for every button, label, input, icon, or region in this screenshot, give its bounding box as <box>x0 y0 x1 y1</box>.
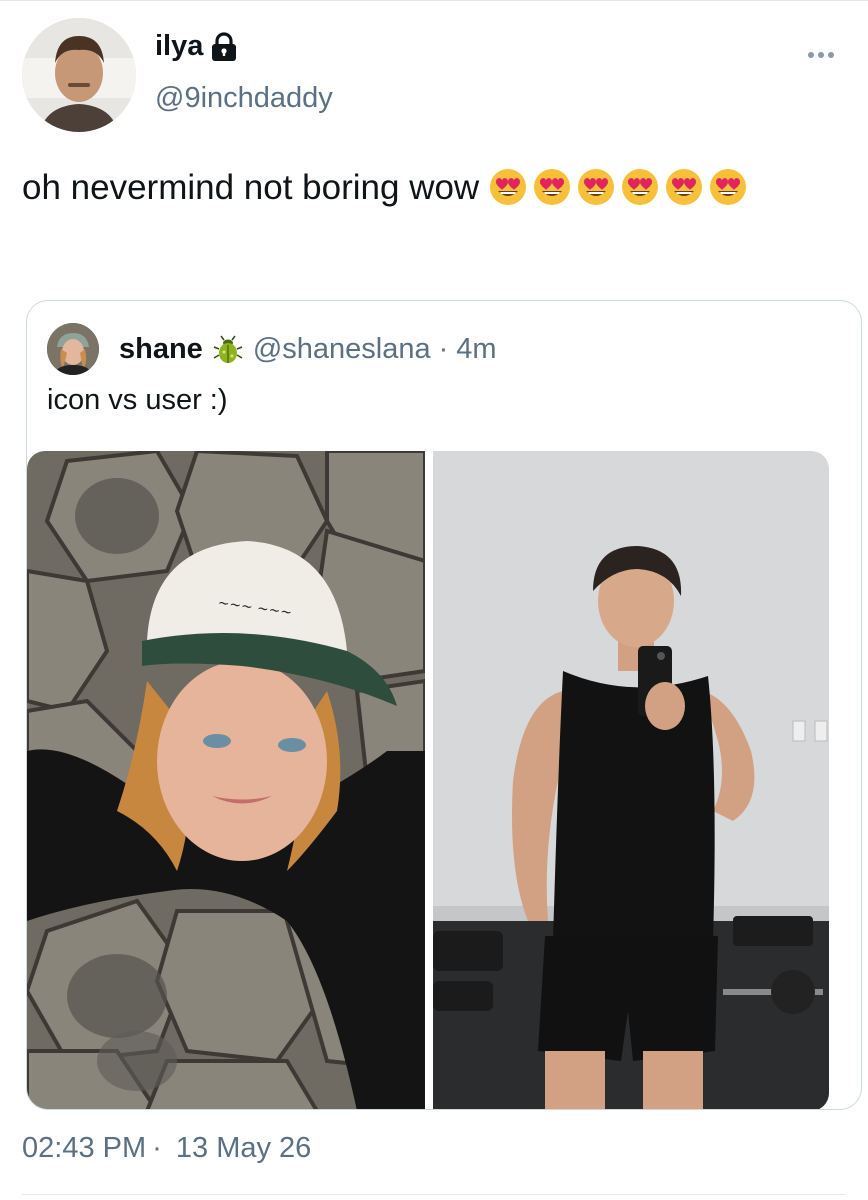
author-name-row[interactable]: ilya <box>155 30 237 63</box>
quote-timestamp[interactable]: 4m <box>456 333 496 366</box>
quote-separator: · <box>438 333 449 365</box>
quote-image-1[interactable]: ~~~ ~~~ <box>27 451 425 1109</box>
tweet-timestamp-separator: · <box>152 1132 162 1164</box>
author-display-name[interactable]: ilya <box>155 30 203 63</box>
bottom-divider <box>22 1194 846 1195</box>
quote-image-2[interactable] <box>433 451 829 1109</box>
lock-icon <box>211 31 237 62</box>
quote-handle[interactable]: @shaneslana <box>253 333 431 366</box>
quote-text: icon vs user :) <box>47 384 228 416</box>
heart-eyes-emoji <box>533 167 571 205</box>
quote-author-avatar[interactable] <box>47 323 99 375</box>
tweet-date: 13 May 26 <box>175 1132 312 1164</box>
heart-eyes-emoji <box>709 167 747 205</box>
quote-display-name[interactable]: shane <box>119 333 203 366</box>
author-avatar[interactable] <box>22 18 136 132</box>
heart-eyes-emoji <box>665 167 703 205</box>
tweet-timestamp[interactable]: 02:43 PM · 13 May 26 <box>22 1132 317 1165</box>
heart-eyes-emoji <box>577 167 615 205</box>
top-divider <box>0 0 868 1</box>
tweet-text: oh nevermind not boring wow <box>22 160 842 216</box>
heart-eyes-emoji <box>621 167 659 205</box>
emoji-group <box>489 168 747 207</box>
heart-eyes-emoji <box>489 167 527 205</box>
more-options-icon[interactable] <box>806 40 836 70</box>
beetle-icon <box>213 335 243 365</box>
quoted-tweet-card[interactable]: shane @shaneslana · 4m icon vs user :) ~… <box>26 300 862 1110</box>
quote-header: shane @shaneslana · 4m <box>119 333 497 366</box>
author-handle[interactable]: @9inchdaddy <box>155 82 333 115</box>
tweet-body: oh nevermind not boring wow <box>22 168 480 207</box>
tweet-time: 02:43 PM <box>22 1132 147 1164</box>
